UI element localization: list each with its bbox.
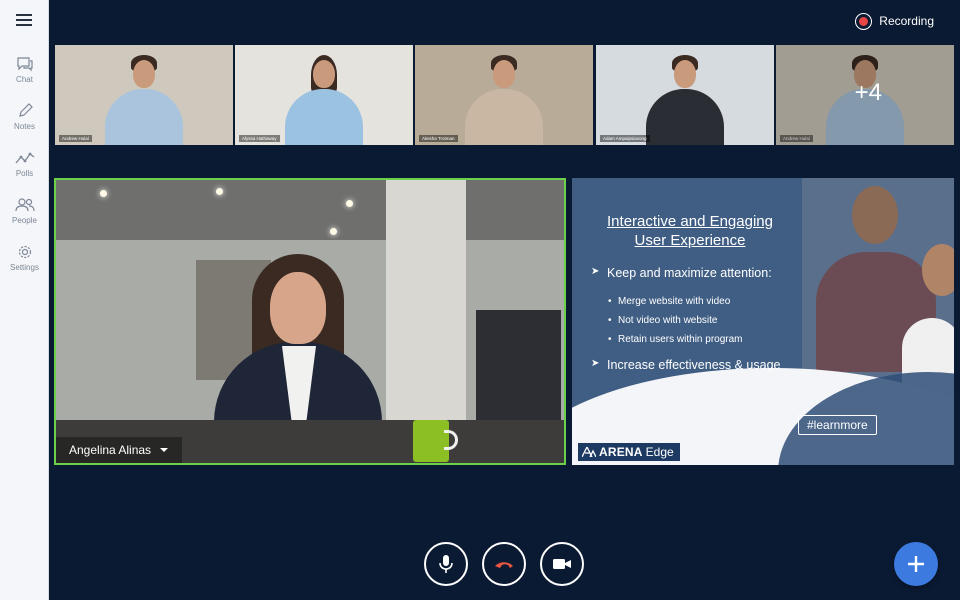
people-icon xyxy=(14,198,35,212)
slide-title-line: Interactive and Engaging xyxy=(607,213,773,230)
brand-name-light: Edge xyxy=(645,445,674,459)
learnmore-link[interactable]: #learnmore xyxy=(798,415,877,435)
participant-image xyxy=(674,60,696,88)
video-background xyxy=(330,228,337,235)
polls-icon xyxy=(15,152,34,164)
plus-icon xyxy=(908,556,924,572)
video-background xyxy=(346,200,353,207)
slide-bullet: Increase effectiveness & usage xyxy=(591,358,780,372)
sidebar-item-label: People xyxy=(12,216,37,225)
arenaedge-logo: ARENA Edge xyxy=(578,443,680,461)
more-participants-count: +4 xyxy=(776,45,954,145)
speaker-name-dropdown[interactable]: Angelina Alinas xyxy=(56,437,183,463)
sidebar-item-settings[interactable]: Settings xyxy=(0,244,49,272)
speaker-name: Angelina Alinas xyxy=(69,443,152,457)
participant-image xyxy=(313,60,335,88)
slide-photo xyxy=(852,186,898,244)
microphone-icon xyxy=(439,555,453,573)
participant-name: Adam Ampaipsiavong xyxy=(600,135,650,142)
sidebar: Chat Notes Polls People Settings xyxy=(0,0,49,600)
sidebar-item-people[interactable]: People xyxy=(0,197,49,225)
participant-image xyxy=(493,60,515,88)
toggle-camera-button[interactable] xyxy=(540,542,584,586)
slide-photo xyxy=(922,244,954,296)
hamburger-menu-icon[interactable] xyxy=(16,14,32,28)
active-speaker-video[interactable]: Angelina Alinas xyxy=(54,178,566,465)
end-call-button[interactable] xyxy=(482,542,526,586)
hang-up-icon xyxy=(495,562,513,568)
speaker-image xyxy=(270,272,326,344)
participant-image xyxy=(133,60,155,88)
add-button[interactable] xyxy=(894,542,938,586)
sidebar-item-label: Polls xyxy=(15,169,34,178)
record-icon xyxy=(855,12,873,30)
slide-sub-bullet: Retain users within program xyxy=(608,334,742,345)
gear-icon xyxy=(18,245,31,259)
slide-bullet: Keep and maximize attention: xyxy=(591,266,772,280)
pencil-icon xyxy=(18,103,33,117)
video-background xyxy=(100,190,107,197)
participant-thumbnail[interactable]: Andrew Hulal xyxy=(55,45,233,145)
chat-icon xyxy=(16,57,33,72)
brand-name-bold: ARENA xyxy=(599,445,643,459)
camera-icon xyxy=(553,559,571,569)
mute-microphone-button[interactable] xyxy=(424,542,468,586)
slide-sub-bullet: Merge website with video xyxy=(608,296,730,307)
slide-sub-bullet: Not video with website xyxy=(608,315,717,326)
participant-name: Aleisha Trotman xyxy=(419,135,458,142)
chevron-down-icon xyxy=(160,448,169,452)
arena-logo-icon xyxy=(582,447,596,457)
slide-title: Interactive and Engaging User Experience xyxy=(572,212,808,250)
sidebar-item-chat[interactable]: Chat xyxy=(0,56,49,84)
sidebar-item-label: Settings xyxy=(10,263,39,272)
participant-name: Andrew Hulal xyxy=(59,135,92,142)
sidebar-item-polls[interactable]: Polls xyxy=(0,150,49,178)
participant-name: Alyssa Hathaway xyxy=(239,135,280,142)
recording-label: Recording xyxy=(879,14,934,28)
participant-thumbnail[interactable]: Alyssa Hathaway xyxy=(235,45,413,145)
participant-thumbnail[interactable]: Aleisha Trotman xyxy=(415,45,593,145)
participant-thumbnail[interactable]: Adam Ampaipsiavong xyxy=(596,45,774,145)
video-background xyxy=(216,188,223,195)
sidebar-item-notes[interactable]: Notes xyxy=(0,103,49,131)
recording-indicator[interactable]: Recording xyxy=(855,12,934,30)
sidebar-item-label: Chat xyxy=(16,75,33,84)
participant-thumbnail-overflow[interactable]: Andrew Hulal +4 xyxy=(776,45,954,145)
slide-title-line: User Experience xyxy=(634,232,746,249)
video-background xyxy=(56,180,564,240)
shared-presentation[interactable]: Interactive and Engaging User Experience… xyxy=(572,178,954,465)
sidebar-item-label: Notes xyxy=(14,122,35,131)
